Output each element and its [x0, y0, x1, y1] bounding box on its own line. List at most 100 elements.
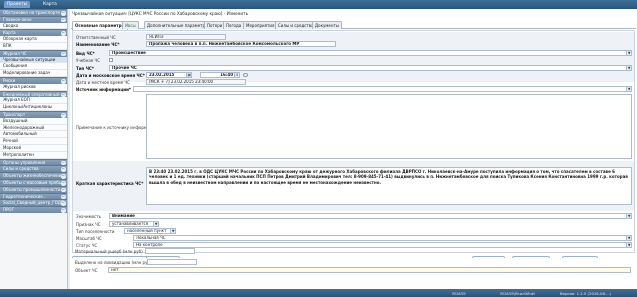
sidebar-item[interactable]: Журнал рисков [0, 83, 67, 91]
top-tab-projects[interactable]: Проекты [4, 1, 31, 8]
sidebar-section[interactable]: Риски − [0, 76, 67, 84]
importance-select[interactable]: Внимание ▼ [109, 213, 632, 219]
chevron-down-icon[interactable]: ▼ [626, 51, 631, 55]
sidebar-item[interactable]: Циклоны/Антициклоны [0, 104, 67, 111]
sidebar-section[interactable]: Журнал ЧС − [0, 49, 67, 57]
sidebar-section[interactable]: Ежедневный оперативный п... − [0, 90, 67, 98]
sidebar-item[interactable]: Речной [0, 138, 67, 145]
allocated-field[interactable] [147, 259, 197, 265]
sidebar-section[interactable]: Объекты жизнеобеспечения − [0, 172, 67, 179]
sidebar-item-label: Журнал ЕОП [3, 97, 30, 103]
time-field[interactable]: 16:40 ↕ [200, 72, 240, 78]
sidebar-section[interactable]: ПРОГ − [0, 206, 67, 213]
type-select[interactable]: Происшествие ▼ [109, 50, 632, 56]
date-field[interactable]: 23.02.2015 ▦ [146, 72, 192, 78]
training-label: Учебная ЧС [76, 58, 101, 63]
sidebar-item[interactable]: Обзорная карта [0, 36, 67, 43]
source-select[interactable]: ▼ [133, 86, 632, 92]
type-select-value: Происшествие [112, 50, 146, 55]
sidebar-item[interactable]: Чрезвычайные ситуации [0, 56, 67, 64]
tab-activities[interactable]: Мероприятия [243, 21, 278, 29]
top-bar: Проекты Карта [0, 0, 637, 9]
summary-textarea[interactable]: В 23:40 23.02.2015 г. в ОДС ЦУКС МЧС Рос… [146, 167, 632, 205]
type-label: Вид ЧС* [76, 51, 95, 56]
cs-type-label: Тип ЧС* [76, 66, 94, 71]
tab-documents[interactable]: Документы [312, 21, 342, 29]
importance-label: Значимость [76, 214, 101, 219]
status-version: Версия: 1.2.0 (2016-06-...) [560, 290, 612, 296]
damage-label: Материальный ущерб (млн руб) [75, 249, 143, 254]
chevron-down-icon[interactable]: ▼ [626, 243, 631, 247]
sidebar-item[interactable]: Сообщения [0, 63, 67, 71]
scale-select[interactable]: Локальная ЧС ▼ [133, 235, 632, 241]
date-local-label: Дата и местное время ЧС [76, 80, 130, 85]
sidebar-item[interactable]: Железнодорожный [0, 124, 67, 132]
sidebar-item[interactable]: Сводка [0, 22, 67, 30]
sidebar-item-label: Циклоны/Антициклоны [3, 104, 53, 110]
sidebar: Обстановка на транспорте − Главное окно − Св… [0, 9, 68, 297]
damage-field[interactable] [145, 248, 195, 254]
chevron-down-icon[interactable]: ▼ [626, 236, 631, 240]
tab-weather[interactable]: Погода [223, 21, 245, 29]
top-tab-map[interactable]: Карта [40, 1, 60, 8]
cs-type-select-value: Прочие ЧС [112, 65, 137, 70]
name-field[interactable]: Пропажа человека в п.п. Нижнетамбовское … [146, 41, 336, 47]
responsible-field[interactable]: ЯСИЛЭ [146, 34, 226, 40]
status-select-value: На контроле [136, 242, 163, 247]
sidebar-section[interactable]: Силы и средства − [0, 165, 67, 173]
sidebar-item[interactable]: Журнал ЕОП [0, 97, 67, 105]
sidebar-item[interactable]: Морской [0, 144, 67, 152]
spinner-icon[interactable]: ↕ [234, 73, 239, 77]
sidebar-item[interactable]: Воздушный [0, 117, 67, 125]
chevron-down-icon[interactable]: ▼ [170, 229, 175, 233]
sidebar-item[interactable]: Метрополитен [0, 151, 67, 159]
sidebar-item-label: Social_Сводный_центр_ГОДП [3, 200, 64, 206]
locality-label: Тип поселенности [76, 229, 115, 234]
sidebar-section[interactable]: Главное окно − [0, 15, 67, 23]
sidebar-item-label: Гидротехнические... [3, 193, 47, 199]
sidebar-item[interactable]: Автомобильный [0, 131, 67, 139]
sidebar-section[interactable]: Обстановка на транспорте − [0, 9, 67, 16]
sidebar-item-label: Транспорт [3, 111, 26, 117]
training-checkbox[interactable] [109, 58, 114, 63]
sidebar-section[interactable]: Объекты с массовым пребы... − [0, 178, 67, 186]
chevron-down-icon[interactable]: ▼ [153, 222, 158, 226]
sidebar-section[interactable]: Social_Сводный_центр_ГОДП − [0, 199, 67, 207]
sidebar-section[interactable]: Объекты промышленности − [0, 185, 67, 193]
sidebar-item-label: Объекты с массовым пребы... [3, 179, 66, 185]
main-panel: Чрезвычайная ситуация: [ЦУКС МЧС России … [70, 9, 637, 297]
window-title: Чрезвычайная ситуация: [ЦУКС МЧС России … [72, 11, 249, 16]
calendar-icon[interactable]: ▦ [186, 73, 191, 77]
chevron-down-icon[interactable]: ▼ [626, 214, 631, 218]
tab-main-params[interactable]: Основные параметры [72, 21, 129, 30]
source-note-textarea[interactable] [146, 94, 632, 159]
tab-additional-params[interactable]: Дополнительные параметры [144, 21, 212, 29]
sidebar-item-label: ВПК [3, 42, 12, 48]
allocated-label: Выделено на ликвидацию (млн руб) [75, 260, 152, 265]
tab-forces[interactable]: Силы и средства [275, 21, 317, 29]
chevron-down-icon[interactable]: ▼ [626, 87, 631, 91]
locality-select[interactable]: населенный пункт ▼ [124, 228, 176, 234]
date-msk-label: Дата и московское время ЧС* [76, 73, 145, 78]
sidebar-item-label: Морской [3, 144, 22, 150]
collapse-icon[interactable]: − [60, 208, 66, 213]
sidebar-item[interactable]: Моделирование задач [0, 70, 67, 77]
cs-type-select[interactable]: Прочие ЧС ▼ [109, 65, 632, 71]
sidebar-section[interactable]: Транспорт − [0, 110, 67, 118]
sidebar-item-label: Журнал ЧС [3, 50, 27, 56]
sidebar-item-label: Метрополитен [3, 151, 34, 157]
chevron-down-icon[interactable]: ▼ [626, 66, 631, 70]
clock-icon[interactable] [243, 72, 248, 78]
sidebar-item-label: Риски [3, 77, 16, 83]
sidebar-item-label: Чрезвычайные ситуации [3, 56, 56, 62]
object-field[interactable]: нет [108, 267, 631, 273]
status-user: ЯСИЛЭ\ЯсилЭйчИ [500, 290, 535, 296]
status-select[interactable]: На контроле ▼ [133, 242, 632, 248]
sidebar-item-label: Ежедневный оперативный п... [3, 91, 67, 97]
sidebar-section[interactable]: Гидротехнические... − [0, 192, 67, 200]
tab-ivsy[interactable]: Ивсы [122, 21, 139, 29]
reason-select[interactable]: устанавливается ▼ [109, 221, 159, 227]
sidebar-section[interactable]: Карта − [0, 29, 67, 37]
sidebar-section[interactable]: Органы управления − [0, 158, 67, 166]
sidebar-item[interactable]: ВПК [0, 42, 67, 50]
